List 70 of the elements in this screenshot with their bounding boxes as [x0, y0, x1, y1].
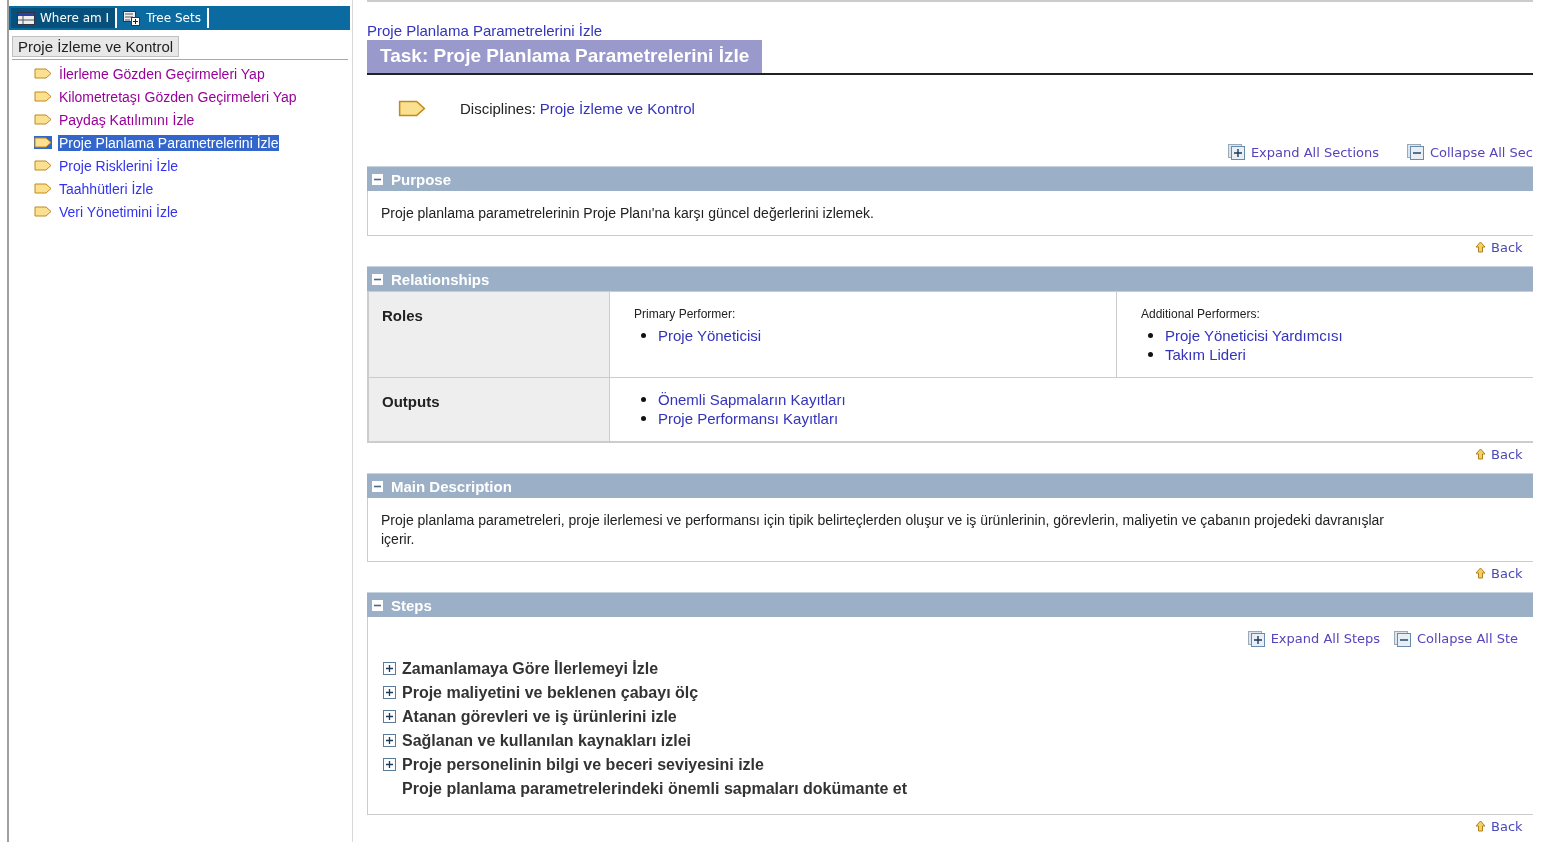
collapse-icon[interactable]: [372, 480, 383, 492]
folder-icon: [34, 183, 52, 194]
folder-icon: [34, 114, 52, 125]
tree-item[interactable]: Proje Planlama Parametrelerini İzle: [58, 134, 280, 151]
step-title[interactable]: Zamanlamaya Göre İlerlemeyi İzle: [402, 658, 659, 678]
link[interactable]: Önemli Sapmaların Kayıtları: [658, 390, 846, 409]
collapse-all-icon[interactable]: [1394, 630, 1411, 647]
step-title[interactable]: Atanan görevleri ve iş ürünlerini izle: [402, 706, 677, 726]
tree-item[interactable]: Veri Yönetimini İzle: [58, 203, 179, 220]
up-arrow-icon: [1475, 448, 1486, 460]
back-link[interactable]: Back: [1475, 239, 1533, 255]
up-arrow-icon: [1475, 820, 1486, 832]
up-arrow-icon: [1475, 241, 1486, 253]
table-icon: [17, 11, 35, 25]
section-title: Main Description: [391, 477, 512, 495]
tree-item[interactable]: Kilometretaşı Gözden Geçirmeleri Yap: [58, 88, 298, 105]
section-title: Steps: [391, 596, 432, 614]
collapse-all-steps-link[interactable]: Collapse All Ste: [1394, 629, 1518, 648]
folder-icon: [34, 68, 52, 79]
description-text: Proje planlama parametreleri, proje ilerlemesi ve performansı için tipik belirteçlerden oluşur ve iş ürünlerinin, görevlerin, maliyetin ve çabanın projedeki davranışlar içerir.: [381, 511, 1386, 549]
link[interactable]: Proje Yöneticisi: [658, 326, 762, 345]
folder-icon: [34, 91, 52, 102]
sidebar-tab[interactable]: Tree Sets: [117, 8, 209, 28]
expand-icon[interactable]: [383, 733, 396, 747]
back-link[interactable]: Back: [1475, 446, 1533, 462]
field-label: Primary Performer:: [634, 306, 737, 323]
tree-item[interactable]: Taahhütleri İzle: [58, 180, 155, 197]
expand-all-steps-link[interactable]: Expand All Steps: [1247, 629, 1380, 648]
expand-icon[interactable]: [383, 757, 396, 771]
step-title[interactable]: Proje personelinin bilgi ve beceri seviyesini izle: [402, 754, 764, 774]
table-header-cell: Roles: [368, 291, 610, 378]
collapse-icon[interactable]: [372, 173, 383, 185]
folder-icon: [34, 137, 52, 148]
link[interactable]: Proje Yöneticisi Yardımcısı: [1165, 326, 1343, 345]
expand-icon[interactable]: [383, 661, 396, 675]
tag-icon: [396, 99, 428, 117]
section-title: Relationships: [391, 270, 490, 288]
expand-all-link[interactable]: Expand All Sections: [1227, 144, 1379, 160]
link[interactable]: Proje Performansı Kayıtları: [658, 409, 839, 428]
link[interactable]: Takım Lideri: [1165, 345, 1246, 364]
sidebar-tab[interactable]: Where am I: [11, 8, 118, 28]
back-link[interactable]: Back: [1475, 818, 1533, 834]
purpose-text: Proje planlama parametrelerinin Proje Planı'na karşı güncel değerlerini izlemek.: [381, 205, 874, 221]
disciplines-label: Disciplines:: [460, 99, 536, 117]
step-title: Proje planlama parametrelerindeki önemli sapmaları dokümante et: [402, 778, 908, 798]
collapse-all-icon[interactable]: [1406, 144, 1424, 160]
expand-icon[interactable]: [383, 685, 396, 699]
step-title[interactable]: Sağlanan ve kullanılan kaynakları izlei: [402, 730, 692, 750]
collapse-icon[interactable]: [372, 273, 383, 285]
page-title: Task: Proje Planlama Parametrelerini İzle: [367, 40, 763, 73]
tree-icon: [123, 10, 142, 26]
tree-item[interactable]: Proje Risklerini İzle: [58, 157, 180, 174]
breadcrumb-link[interactable]: Proje Planlama Parametrelerini İzle: [367, 22, 603, 39]
field-label: Additional Performers:: [1141, 306, 1261, 323]
folder-icon: [34, 160, 52, 171]
back-link[interactable]: Back: [1475, 565, 1533, 581]
collapse-icon[interactable]: [372, 599, 383, 611]
tree-root-label[interactable]: Proje İzleme ve Kontrol: [12, 36, 180, 57]
expand-all-icon[interactable]: [1247, 630, 1265, 647]
expand-icon[interactable]: [383, 709, 396, 723]
step-title[interactable]: Proje maliyetini ve beklenen çabayı ölç: [402, 682, 699, 702]
up-arrow-icon: [1475, 567, 1486, 579]
tree-item[interactable]: Paydaş Katılımını İzle: [58, 111, 196, 128]
discipline-link[interactable]: Proje İzleme ve Kontrol: [539, 99, 695, 117]
section-title: Purpose: [391, 170, 451, 188]
table-header-cell: Outputs: [368, 377, 610, 442]
tree-item[interactable]: İlerleme Gözden Geçirmeleri Yap: [58, 65, 266, 82]
collapse-all-link[interactable]: Collapse All Sec: [1406, 144, 1533, 160]
expand-all-icon[interactable]: [1227, 144, 1245, 160]
folder-icon: [34, 206, 52, 217]
